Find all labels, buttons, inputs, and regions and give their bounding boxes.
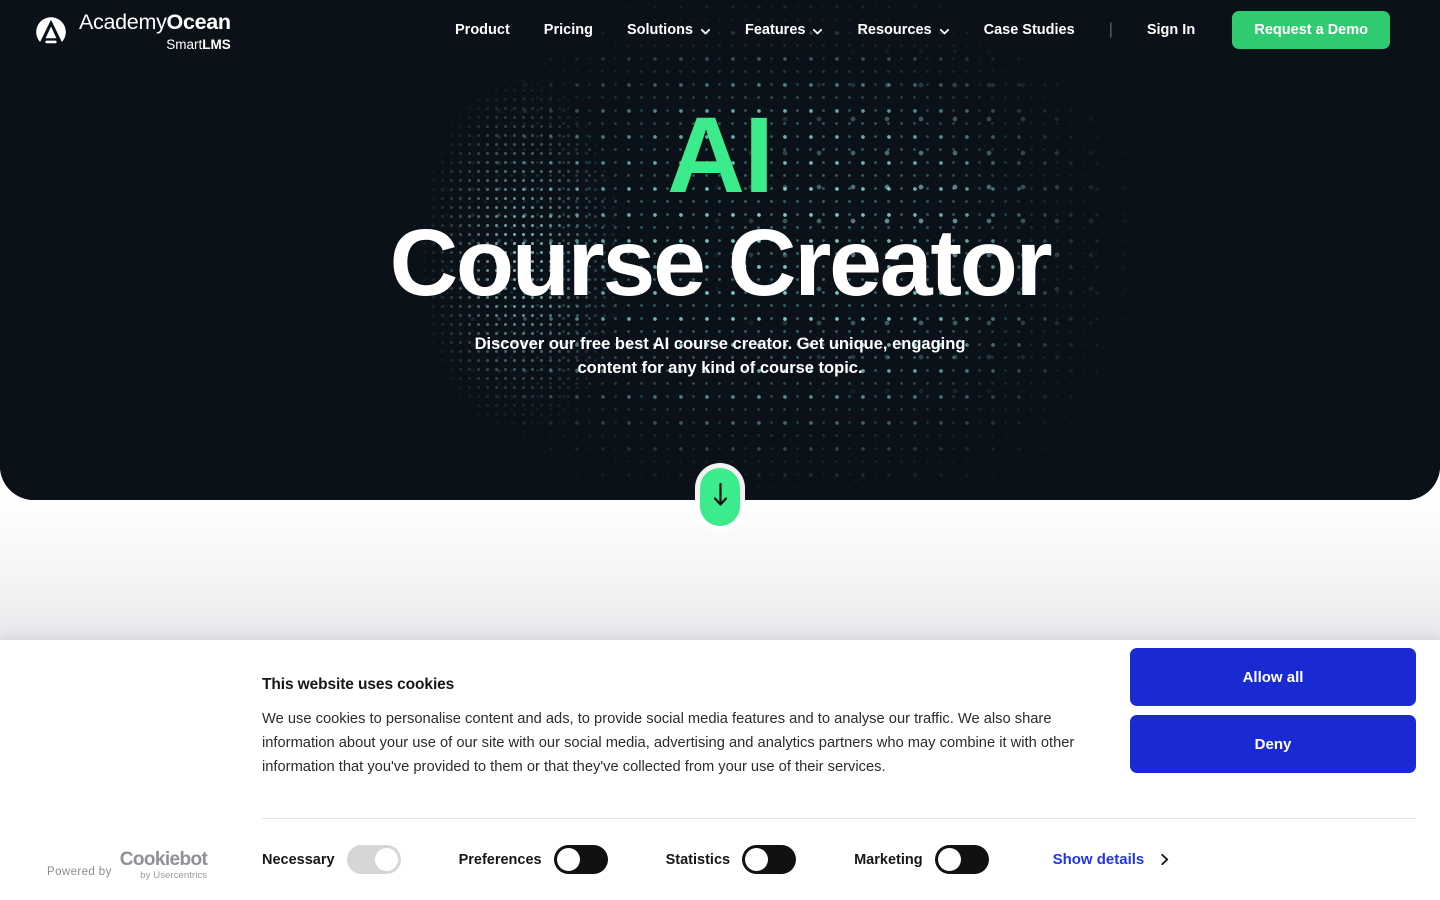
- cookie-banner-description: We use cookies to personalise content an…: [262, 711, 1075, 775]
- brand-tagline-light: Smart: [166, 36, 203, 52]
- nav-item-features[interactable]: Features: [745, 22, 823, 38]
- cookiebot-logo: Cookiebot by Usercentrics: [120, 850, 208, 881]
- nav-item-case-studies[interactable]: Case Studies: [984, 22, 1075, 38]
- hero-background-image: [0, 0, 1440, 500]
- brand-logo-text: AcademyOcean SmartLMS: [79, 10, 232, 52]
- arrow-down-icon: [712, 481, 729, 514]
- cookie-category-label: Necessary: [262, 851, 335, 868]
- hero-vignette-overlay: [0, 0, 1440, 500]
- toggle-knob: [374, 848, 398, 871]
- cookie-category-marketing: Marketing: [854, 845, 989, 874]
- necessary-toggle: [346, 845, 401, 874]
- nav-item-label: Case Studies: [983, 22, 1075, 38]
- scroll-down-button[interactable]: [700, 468, 740, 526]
- toggle-knob: [556, 848, 580, 871]
- chevron-down-icon: [812, 26, 823, 37]
- nav-links: Product Pricing Solutions Features Resou…: [455, 0, 1195, 60]
- cookie-category-toggles: Necessary Preferences Statistics Marketi…: [262, 819, 1171, 900]
- chevron-down-icon: [939, 26, 950, 37]
- academyocean-a-mark-icon: [34, 15, 68, 49]
- show-details-link[interactable]: Show details: [1053, 851, 1172, 868]
- cookie-banner-actions: Allow all Deny: [1130, 648, 1416, 773]
- powered-by-label: Powered by: [47, 865, 112, 878]
- cookiebot-brand-name: Cookiebot: [119, 849, 208, 870]
- page-root: AI Course Creator Discover our free best…: [0, 0, 1440, 900]
- chevron-right-icon: [1158, 853, 1171, 866]
- toggle-knob: [937, 848, 961, 871]
- powered-by-cookiebot[interactable]: Powered by Cookiebot by Usercentrics: [47, 850, 208, 881]
- brand-name-light: Academy: [79, 10, 167, 34]
- toggle-knob: [745, 848, 769, 871]
- nav-item-label: Features: [745, 22, 806, 38]
- cookiebot-brand-sub: by Usercentrics: [140, 870, 208, 881]
- nav-item-product[interactable]: Product: [455, 22, 510, 38]
- hero-section: AI Course Creator Discover our free best…: [0, 0, 1440, 500]
- cookie-banner-top: This website uses cookies We use cookies…: [0, 640, 1440, 780]
- nav-item-label: Product: [455, 22, 510, 38]
- cookie-category-preferences: Preferences: [459, 845, 608, 874]
- cookie-category-label: Preferences: [458, 851, 542, 868]
- cookie-category-necessary: Necessary: [262, 845, 401, 874]
- sign-in-label: Sign In: [1146, 22, 1196, 38]
- deny-button[interactable]: Deny: [1130, 715, 1416, 773]
- cookie-category-label: Statistics: [665, 851, 731, 868]
- nav-item-pricing[interactable]: Pricing: [544, 22, 593, 38]
- chevron-down-icon: [700, 26, 711, 37]
- cookie-banner-bottom: Powered by Cookiebot by Usercentrics Nec…: [0, 819, 1440, 900]
- brand-tagline-bold: LMS: [202, 36, 231, 52]
- top-navigation-bar: AcademyOcean SmartLMS Product Pricing So…: [0, 0, 1440, 60]
- nav-item-solutions[interactable]: Solutions: [627, 22, 711, 38]
- sign-in-link[interactable]: Sign In: [1147, 22, 1195, 38]
- cookie-consent-banner: This website uses cookies We use cookies…: [0, 640, 1440, 900]
- nav-separator: |: [1108, 21, 1113, 38]
- request-a-demo-button[interactable]: Request a Demo: [1232, 11, 1390, 49]
- statistics-toggle[interactable]: [742, 845, 797, 874]
- allow-all-button[interactable]: Allow all: [1130, 648, 1416, 706]
- brand-name-bold: Ocean: [166, 10, 232, 34]
- cookie-category-label: Marketing: [854, 851, 923, 868]
- preferences-toggle[interactable]: [553, 845, 608, 874]
- nav-item-label: Resources: [857, 22, 932, 38]
- show-details-label: Show details: [1052, 851, 1145, 868]
- cookie-category-statistics: Statistics: [665, 845, 797, 874]
- nav-item-resources[interactable]: Resources: [857, 22, 949, 38]
- brand-logo[interactable]: AcademyOcean SmartLMS: [34, 10, 232, 52]
- marketing-toggle[interactable]: [934, 845, 989, 874]
- nav-item-label: Solutions: [626, 22, 693, 38]
- nav-item-label: Pricing: [543, 22, 593, 38]
